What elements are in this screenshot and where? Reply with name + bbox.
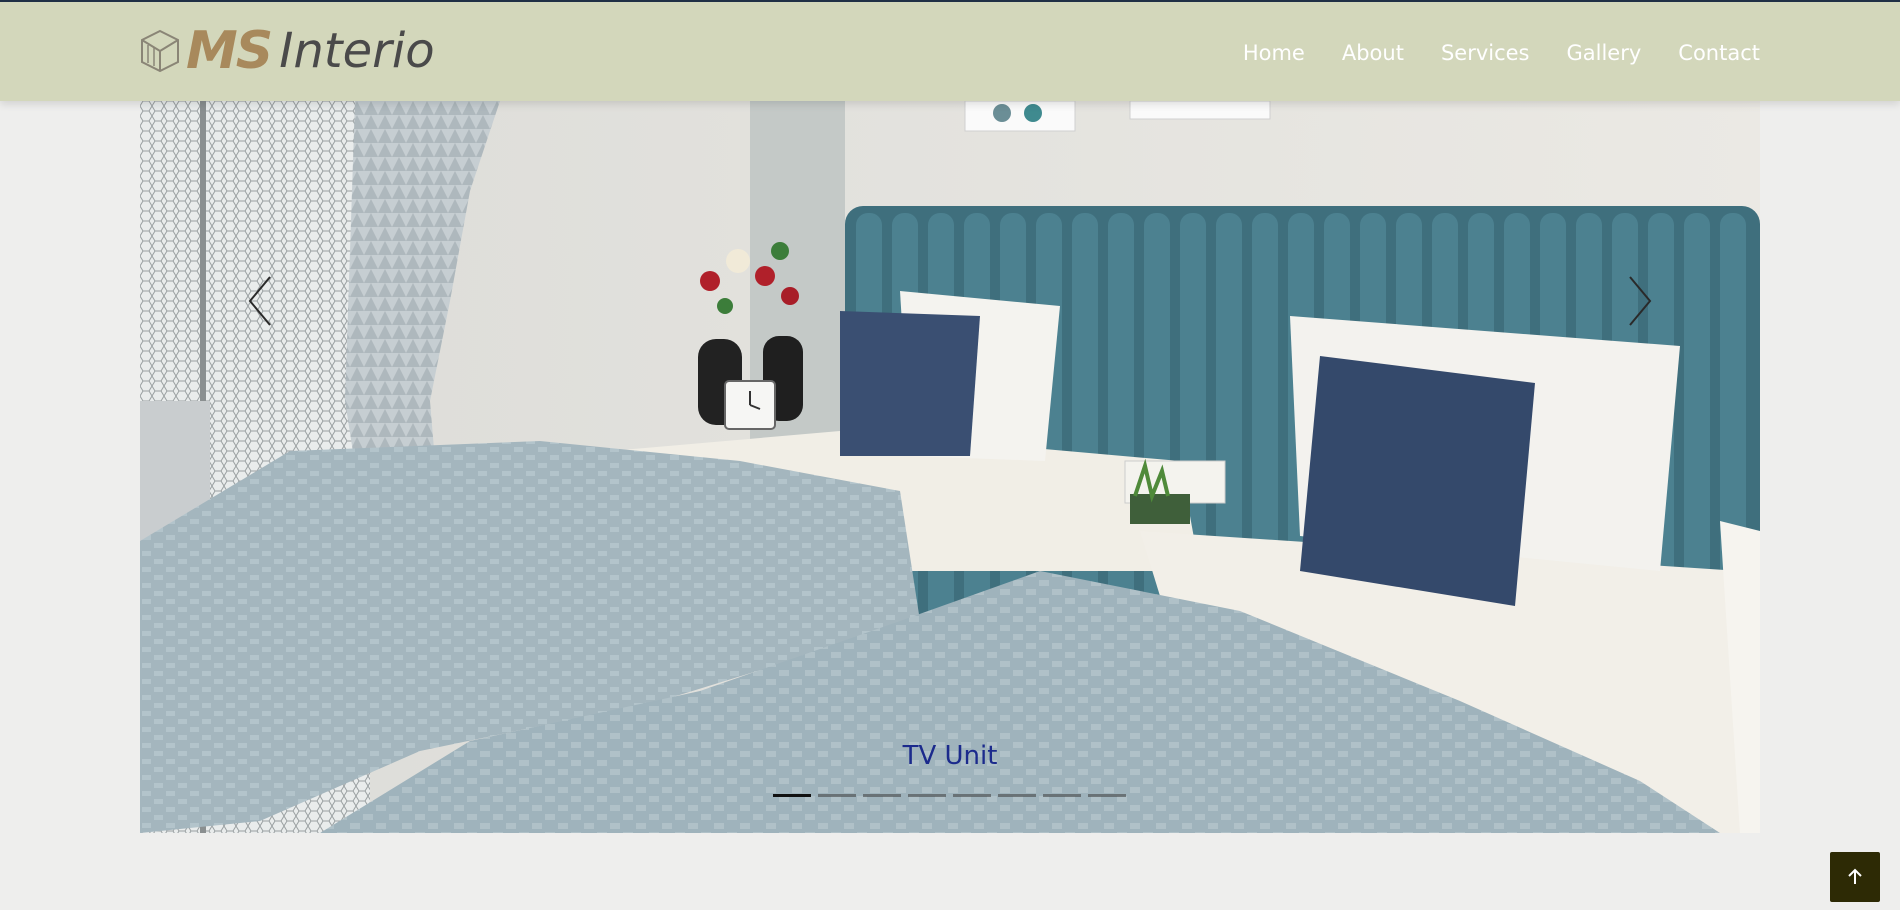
back-to-top-button[interactable]	[1830, 852, 1880, 902]
hero-carousel: TV Unit	[140, 101, 1760, 833]
nav-about[interactable]: About	[1342, 41, 1404, 65]
slide-caption: TV Unit	[902, 741, 998, 771]
carousel-next-button[interactable]	[1620, 271, 1660, 331]
nav-contact[interactable]: Contact	[1678, 41, 1760, 65]
main-nav: Home About Services Gallery Contact	[1206, 2, 1760, 103]
carousel-indicator[interactable]	[773, 794, 811, 797]
carousel-indicator[interactable]	[863, 794, 901, 797]
cube-logo-icon	[141, 29, 179, 73]
site-header: MS Interio Home About Services Gallery C…	[0, 0, 1900, 101]
carousel-indicator[interactable]	[1043, 794, 1081, 797]
carousel-indicator[interactable]	[818, 794, 856, 797]
nav-services[interactable]: Services	[1441, 41, 1530, 65]
nav-gallery[interactable]: Gallery	[1567, 41, 1642, 65]
carousel-indicators	[773, 794, 1133, 797]
carousel-prev-button[interactable]	[240, 271, 280, 331]
carousel-indicator[interactable]	[908, 794, 946, 797]
carousel-indicator[interactable]	[953, 794, 991, 797]
carousel-indicator[interactable]	[1088, 794, 1126, 797]
brand-logo[interactable]: MS Interio	[140, 22, 435, 80]
bedroom-slide-image	[140, 101, 1760, 833]
logo-ms-text: MS	[186, 21, 273, 81]
arrow-up-icon	[1848, 868, 1862, 884]
chevron-right-icon	[1629, 276, 1652, 326]
carousel-indicator[interactable]	[998, 794, 1036, 797]
nav-home[interactable]: Home	[1243, 41, 1305, 65]
chevron-left-icon	[248, 276, 271, 326]
logo-interio-text: Interio	[279, 23, 435, 79]
